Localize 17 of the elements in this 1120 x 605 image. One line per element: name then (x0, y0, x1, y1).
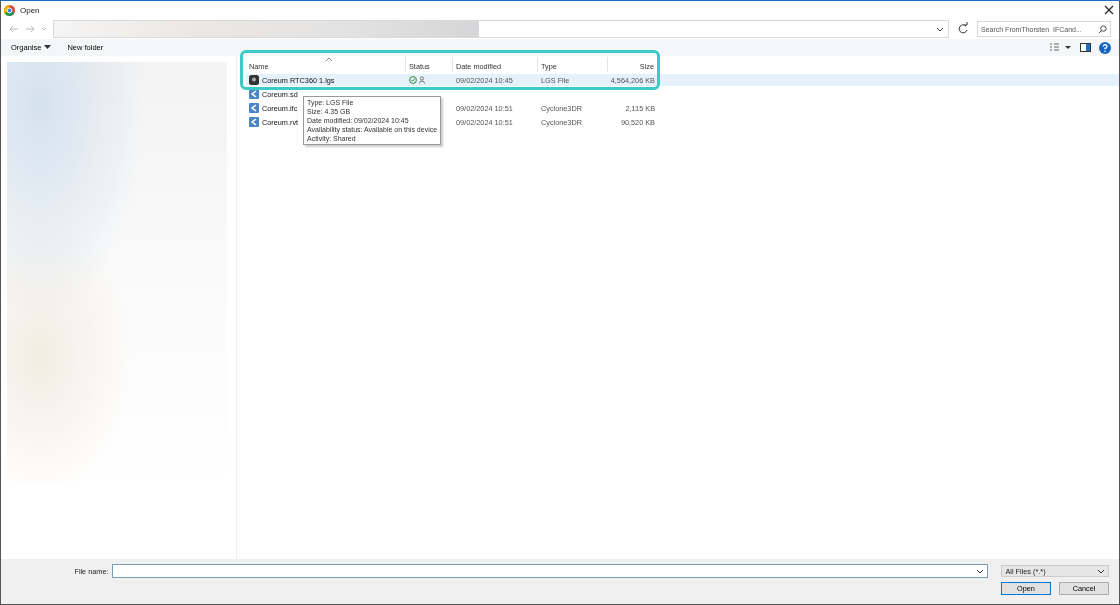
preview-pane-icon[interactable] (1080, 43, 1091, 52)
file-icon (249, 89, 259, 99)
view-options-icon[interactable] (1050, 42, 1072, 53)
sort-caret-icon (326, 57, 332, 61)
browser-logo-icon (4, 4, 15, 16)
chevron-icon (1097, 567, 1105, 575)
file-icon (249, 103, 259, 113)
file-name-field[interactable] (111, 564, 989, 578)
file-icon (249, 75, 259, 85)
window-title: Open (20, 5, 40, 15)
search-icon (1098, 25, 1107, 34)
help-icon[interactable] (1099, 41, 1111, 54)
close-icon[interactable] (1104, 5, 1114, 15)
chevron-icon (976, 567, 985, 575)
file-icon (249, 117, 259, 127)
caret-icon (44, 45, 52, 50)
chevron-icon[interactable] (936, 25, 944, 33)
